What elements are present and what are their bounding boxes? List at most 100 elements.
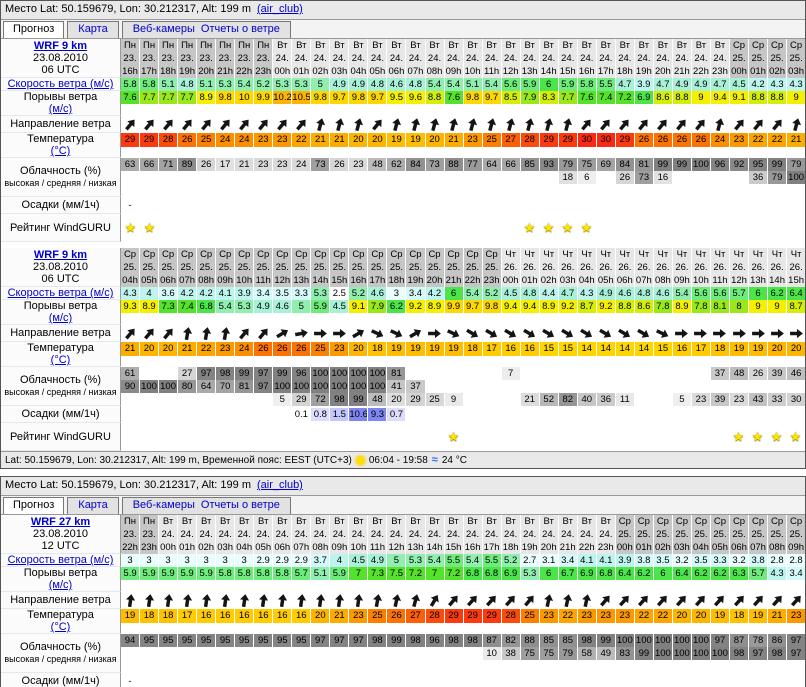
wind-direction: Направление ветра xyxy=(1,592,805,609)
temperature-cell: 29 xyxy=(445,609,464,623)
wind-gust-cell: 5.9 xyxy=(330,567,349,580)
wind-direction-arrow-icon xyxy=(578,325,595,341)
wind-speed-label-link[interactable]: Скорость ветра (м/с) xyxy=(1,78,120,90)
wind-speed-cell: 5.4 xyxy=(235,78,254,91)
model-link[interactable]: WRF 9 km xyxy=(1,249,120,261)
cloud-cover-cell xyxy=(559,184,578,197)
hour-header-cell: 05h xyxy=(140,274,159,287)
wind-speed-cell: 3.5 xyxy=(273,287,292,300)
hour-header-cell: 22h xyxy=(692,65,711,78)
temperature-cell: 19 xyxy=(387,133,406,147)
precipitation-cell xyxy=(502,199,521,212)
day-name: Ср xyxy=(330,248,348,261)
rating-label: Рейтинг WindGURU xyxy=(1,423,121,451)
wind-speed-cell: 3.5 xyxy=(692,554,711,567)
day-name: Ср xyxy=(692,515,710,528)
temperature-row: 2120202122232426262625232018191919191817… xyxy=(121,342,805,367)
spot-link[interactable]: (air_club) xyxy=(257,479,303,491)
wind-speed-cell: 4.1 xyxy=(216,287,235,300)
model-link[interactable]: WRF 9 km xyxy=(1,40,120,52)
precipitation-cell xyxy=(787,199,805,212)
cloud-cover-cell xyxy=(521,380,540,393)
precipitation-cell xyxy=(273,675,292,687)
day-name: Вт xyxy=(387,39,405,52)
temperature-cell: 19 xyxy=(749,342,768,356)
cloud-cover-cell xyxy=(140,171,159,184)
day-date: 24. xyxy=(426,528,444,541)
temperature-cell: 19 xyxy=(387,342,406,356)
day-date: 24. xyxy=(330,528,348,541)
wind-direction-cell xyxy=(254,116,273,133)
temperature-cell: 21 xyxy=(330,609,349,623)
day-date: 26. xyxy=(597,261,615,274)
temp-unit-link[interactable]: (°C) xyxy=(1,145,120,157)
cloud-cover-cell xyxy=(673,171,692,184)
wind-speed-label-link[interactable]: Скорость ветра (м/с) xyxy=(1,287,120,299)
temp-unit-link[interactable]: (°C) xyxy=(1,621,120,633)
hour-header-cell: 06h xyxy=(159,274,178,287)
temperature-cell: 17 xyxy=(178,609,197,623)
wind-direction-arrow-icon xyxy=(350,325,367,341)
hour-header-cell: 20h xyxy=(654,65,673,78)
day-date: 24. xyxy=(692,52,710,65)
model-link[interactable]: WRF 27 km xyxy=(1,516,120,528)
cloud-cover-cell: 90 xyxy=(121,380,140,393)
wind-speed-cell: 4.8 xyxy=(406,78,425,91)
spot-link[interactable]: (air_club) xyxy=(257,3,303,15)
day-name: Вт xyxy=(273,39,291,52)
day-name: Вт xyxy=(330,515,348,528)
temperature-cell: 16 xyxy=(502,342,521,356)
gusts-unit-link[interactable]: (м/с) xyxy=(1,312,120,324)
temperature-cell: 22 xyxy=(768,133,787,147)
gusts-unit-link[interactable]: (м/с) xyxy=(1,579,120,591)
day-date: 25. xyxy=(483,261,501,274)
day-header-cell: Чт26. xyxy=(787,248,805,274)
wind-gust-cell: 9.8 xyxy=(311,91,330,104)
wind-direction-arrow-icon xyxy=(635,592,652,609)
tab-3[interactable]: Отчеты о ветре xyxy=(201,23,280,35)
tab-0[interactable]: Прогноз xyxy=(13,23,54,35)
cloud-cover-cell xyxy=(387,647,406,660)
day-header-cell: Ср25. xyxy=(235,248,254,274)
cloud-cover-cell xyxy=(692,367,711,380)
tab-2[interactable]: Веб-камеры xyxy=(133,23,195,35)
tab-1[interactable]: Карта xyxy=(78,499,107,511)
tab-0[interactable]: Прогноз xyxy=(13,499,54,511)
cloud-cover-cell: 48 xyxy=(368,158,387,171)
day-name: Пн xyxy=(140,39,158,52)
wind-speed-cell: 3.4 xyxy=(406,287,425,300)
wind-gust-cell: 5.3 xyxy=(235,300,254,313)
tab-2[interactable]: Веб-камеры xyxy=(133,499,195,511)
precipitation-cell xyxy=(140,408,159,421)
hour-header-cell: 07h xyxy=(749,541,768,554)
day-date: 25. xyxy=(654,528,672,541)
day-date: 25. xyxy=(178,261,196,274)
day-name: Чт xyxy=(730,248,748,261)
tab-3[interactable]: Отчеты о ветре xyxy=(201,499,280,511)
cloud-cover-cell xyxy=(502,380,521,393)
temperature-cell: 29 xyxy=(483,609,502,623)
cloud-cover-cell: 25 xyxy=(426,393,445,406)
cloud-cover-cell xyxy=(159,367,178,380)
cloud-cover-cell xyxy=(254,184,273,197)
day-date: 26. xyxy=(578,261,596,274)
temperature-cell: 29 xyxy=(140,133,159,147)
wind-speed-label-link[interactable]: Скорость ветра (м/с) xyxy=(1,554,120,566)
cloud-cover-cell: 27 xyxy=(178,367,197,380)
gusts-unit-link[interactable]: (м/с) xyxy=(1,103,120,115)
cloud-cover-cell: 71 xyxy=(159,158,178,171)
temperature-cell: 26 xyxy=(387,609,406,623)
cloud-cover-cell xyxy=(349,171,368,184)
precipitation-cell: 0.8 xyxy=(311,408,330,421)
clouds-label: Облачность (%)высокая / средняя / низкая xyxy=(1,367,121,406)
precipitation-cell xyxy=(730,199,749,212)
tab-1[interactable]: Карта xyxy=(78,23,107,35)
wind-speed-cell: 2.5 xyxy=(330,287,349,300)
temp-unit-link[interactable]: (°C) xyxy=(1,354,120,366)
wind-direction-arrow-icon xyxy=(160,325,177,342)
day-date: 24. xyxy=(445,528,463,541)
precipitation-cell xyxy=(330,199,349,212)
precipitation-cell xyxy=(445,199,464,212)
precipitation-cell xyxy=(711,199,730,212)
wind-speed-cell: 5.2 xyxy=(483,287,502,300)
